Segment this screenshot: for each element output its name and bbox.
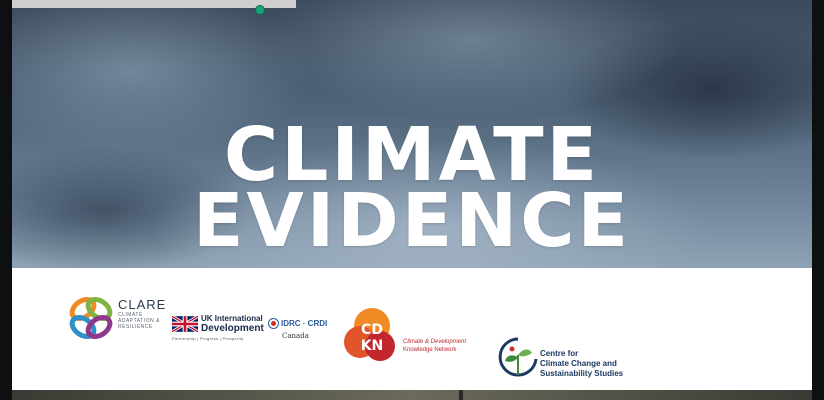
- centre-line2: Climate Change and: [540, 359, 617, 368]
- clare-knot-icon: [69, 296, 113, 340]
- clare-logo: CLARE CLIMATE ADAPTATION & RESILIENCE: [66, 293, 176, 353]
- uk-international-development-logo: UK International Development Partnership…: [172, 314, 272, 344]
- leaf-sprout-icon: [498, 337, 538, 377]
- ukid-line2: Development: [201, 323, 264, 334]
- letterbox-right: [812, 0, 824, 400]
- ukid-tagline: Partnership | Progress | Prosperity: [172, 336, 244, 341]
- progress-scrubber-handle[interactable]: [255, 5, 265, 15]
- cdkn-logo: CD KN Climate & Development Knowledge Ne…: [342, 304, 492, 364]
- clare-name: CLARE: [118, 297, 167, 312]
- idrc-line1: IDRC · CRDI: [281, 319, 328, 328]
- cdkn-line2: Knowledge Network: [403, 347, 457, 353]
- slide-title-line2: EVIDENCE: [192, 178, 632, 264]
- idrc-logo: IDRC · CRDI Canada: [268, 318, 328, 344]
- video-progress-bar[interactable]: [12, 0, 296, 8]
- ukid-line1: UK International: [201, 314, 263, 323]
- svg-text:CD: CD: [361, 322, 383, 338]
- slide: CLIMATE EVIDENCE CLARE CLIMATE ADAPTATIO…: [12, 0, 812, 400]
- idrc-line2: Canada: [282, 332, 309, 340]
- centre-line1: Centre for: [540, 349, 579, 358]
- cdkn-blob-icon: CD KN: [344, 308, 395, 361]
- video-player: CLIMATE EVIDENCE CLARE CLIMATE ADAPTATIO…: [0, 0, 824, 400]
- landscape-strip: [12, 390, 812, 400]
- centre-climate-change-logo: Centre for Climate Change and Sustainabi…: [496, 335, 656, 385]
- person-silhouette: [459, 390, 463, 400]
- idrc-mark-icon: [268, 318, 279, 329]
- clare-subtitle: CLIMATE ADAPTATION & RESILIENCE: [118, 312, 160, 330]
- union-jack-flag-icon: [172, 316, 198, 332]
- svg-text:KN: KN: [361, 338, 384, 354]
- partner-logos-band: CLARE CLIMATE ADAPTATION & RESILIENCE UK…: [12, 268, 812, 390]
- cdkn-line1: Climate & Development: [403, 339, 467, 345]
- centre-line3: Sustainability Studies: [540, 369, 624, 378]
- letterbox-left: [0, 0, 12, 400]
